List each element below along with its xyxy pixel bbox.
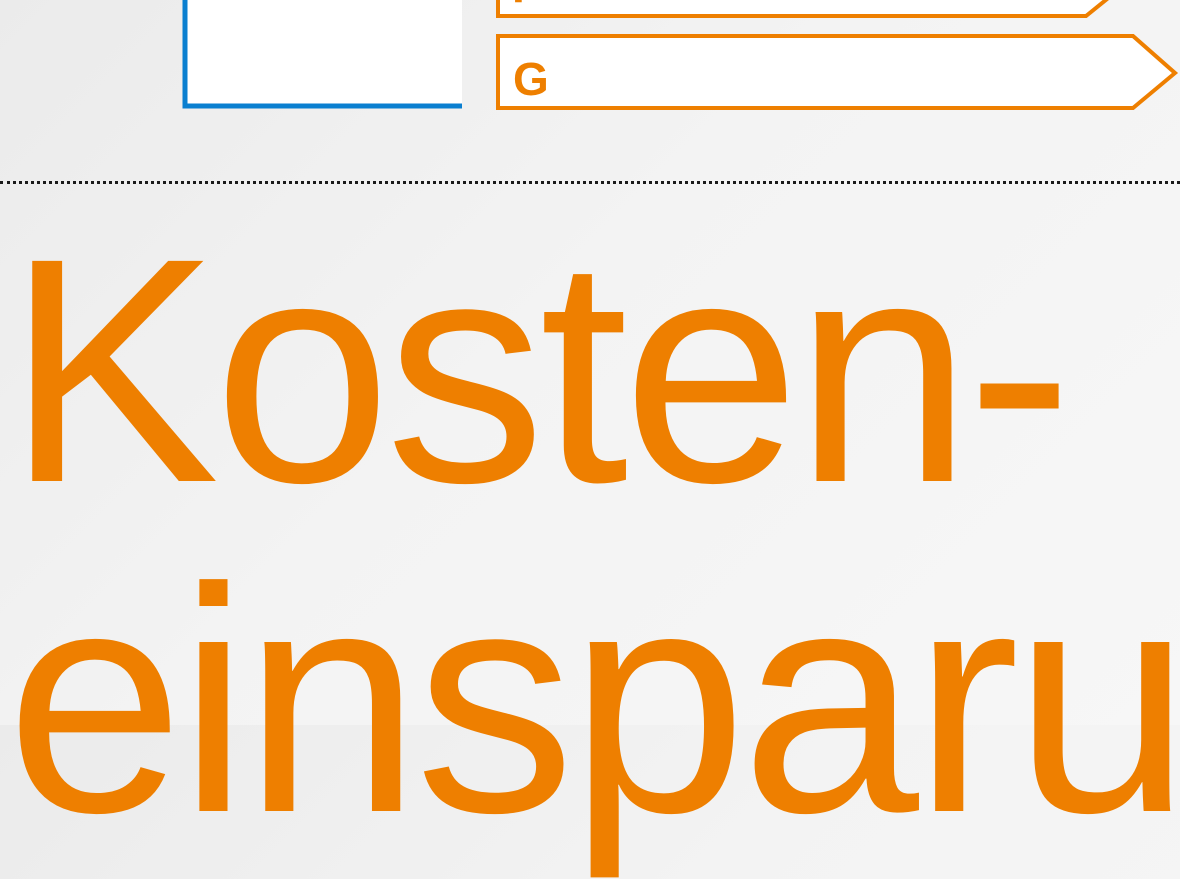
energy-label-frame [182, 0, 462, 109]
headline-line-2: einsparu [6, 521, 1180, 879]
energy-class-g-label: G [513, 53, 549, 105]
energy-class-g-arrow: G [496, 34, 1179, 110]
energy-class-f-arrow: F [496, 0, 1109, 18]
energy-label-graphic: F G [182, 0, 1179, 110]
energy-class-f-label: F [512, 0, 540, 12]
headline-line-1: Kosten- [6, 191, 1073, 549]
headline: Kosten- einsparu [6, 205, 1180, 865]
dotted-divider [0, 181, 1180, 184]
